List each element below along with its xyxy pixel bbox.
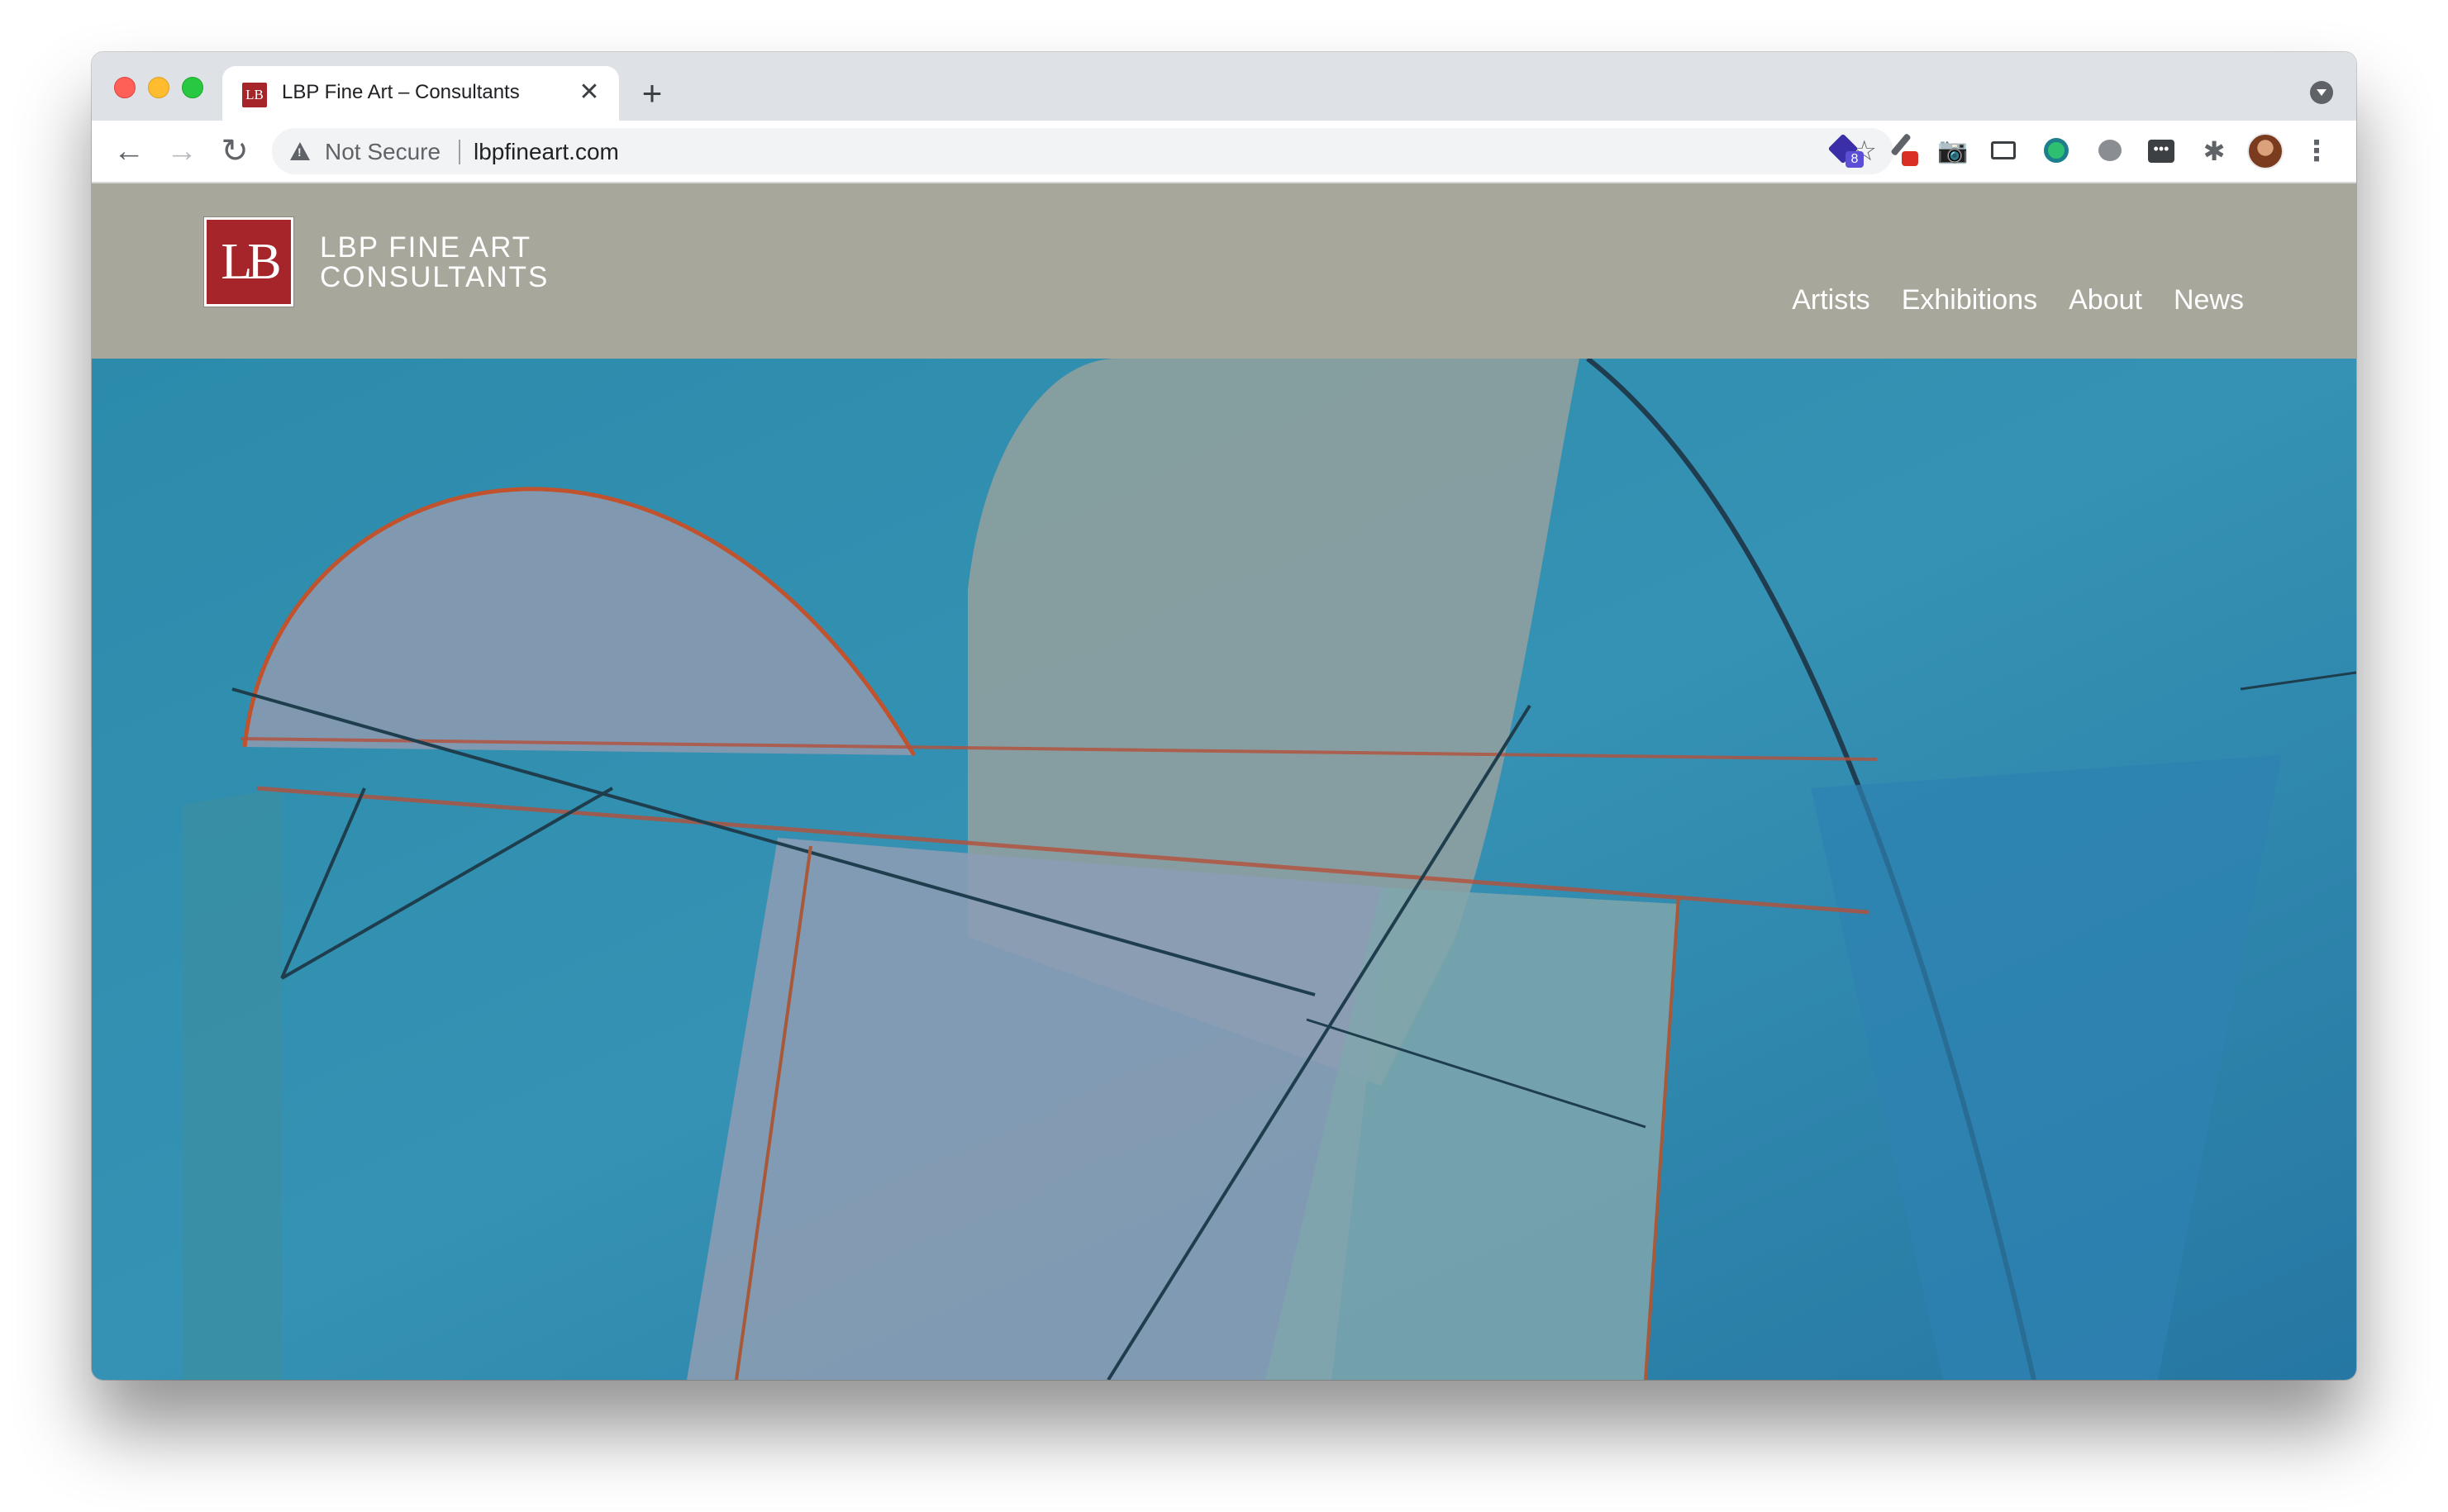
tab-close-icon[interactable]: ✕ (574, 78, 604, 107)
globe-extension-icon[interactable] (2041, 135, 2074, 168)
back-button[interactable]: ← (108, 131, 150, 172)
eyedropper-badge (1902, 151, 1918, 166)
site-name[interactable]: LBP FINE ART CONSULTANTS (320, 233, 549, 292)
new-tab-button[interactable]: + (634, 75, 670, 112)
site-header: LB LBP FINE ART CONSULTANTS Artists Exhi… (92, 183, 2356, 359)
security-status[interactable]: Not Secure (325, 139, 441, 165)
tab-title: LBP Fine Art – Consultants (282, 81, 520, 103)
minimize-window-button[interactable] (148, 77, 169, 98)
web-page: LB LBP FINE ART CONSULTANTS Artists Exhi… (92, 183, 2356, 1380)
site-logo[interactable]: LB (204, 217, 293, 307)
extension-badge: 8 (1846, 151, 1864, 168)
tab-active[interactable]: LB LBP Fine Art – Consultants ✕ (222, 66, 619, 121)
eyedropper-extension-icon[interactable] (1884, 132, 1918, 168)
close-window-button[interactable] (114, 77, 136, 98)
password-extension-icon[interactable]: ••• (2145, 135, 2178, 168)
warning-icon[interactable] (290, 142, 310, 160)
speech-bubble-shape (2098, 140, 2122, 161)
address-divider (459, 140, 460, 164)
abstract-painting-image (92, 359, 2356, 1380)
tab-search-icon[interactable] (2310, 81, 2333, 104)
hero-artwork (92, 359, 2356, 1380)
camera-extension-icon[interactable]: 📷 (1936, 135, 1969, 168)
url-text[interactable]: lbpfineart.com (474, 139, 619, 165)
site-name-line2: CONSULTANTS (320, 261, 550, 293)
site-name-line1: LBP FINE ART (320, 231, 532, 264)
site-favicon-icon: LB (242, 83, 267, 107)
browser-window: LB LBP Fine Art – Consultants ✕ + ← → ↻ … (92, 52, 2356, 1380)
nav-about[interactable]: About (2069, 284, 2142, 316)
globe-shape (2044, 138, 2069, 163)
main-nav: Artists Exhibitions About News (1792, 284, 2244, 316)
maximize-window-button[interactable] (182, 77, 203, 98)
profile-avatar[interactable] (2247, 133, 2284, 169)
address-bar[interactable]: Not Secure lbpfineart.com ☆ (272, 128, 1893, 174)
reload-button[interactable]: ↻ (214, 131, 255, 172)
nav-news[interactable]: News (2174, 284, 2244, 316)
screen-extension-icon[interactable] (1988, 135, 2021, 168)
nav-exhibitions[interactable]: Exhibitions (1902, 284, 2037, 316)
speech-bubble-extension-icon[interactable] (2093, 135, 2127, 168)
nav-artists[interactable]: Artists (1792, 284, 1869, 316)
forward-button[interactable]: → (161, 131, 202, 172)
password-shape: ••• (2148, 140, 2174, 163)
logo-monogram: LB (221, 234, 281, 290)
browser-menu-icon[interactable]: ⋮ (2300, 135, 2333, 168)
browser-toolbar: ← → ↻ Not Secure lbpfineart.com ☆ 8 📷 (92, 121, 2356, 183)
extension-1-icon[interactable]: 8 (1827, 133, 1864, 168)
screen-shape (1991, 141, 2016, 159)
puzzle-extensions-icon[interactable]: ✱ (2198, 135, 2231, 168)
tab-strip: LB LBP Fine Art – Consultants ✕ + (92, 52, 2356, 121)
